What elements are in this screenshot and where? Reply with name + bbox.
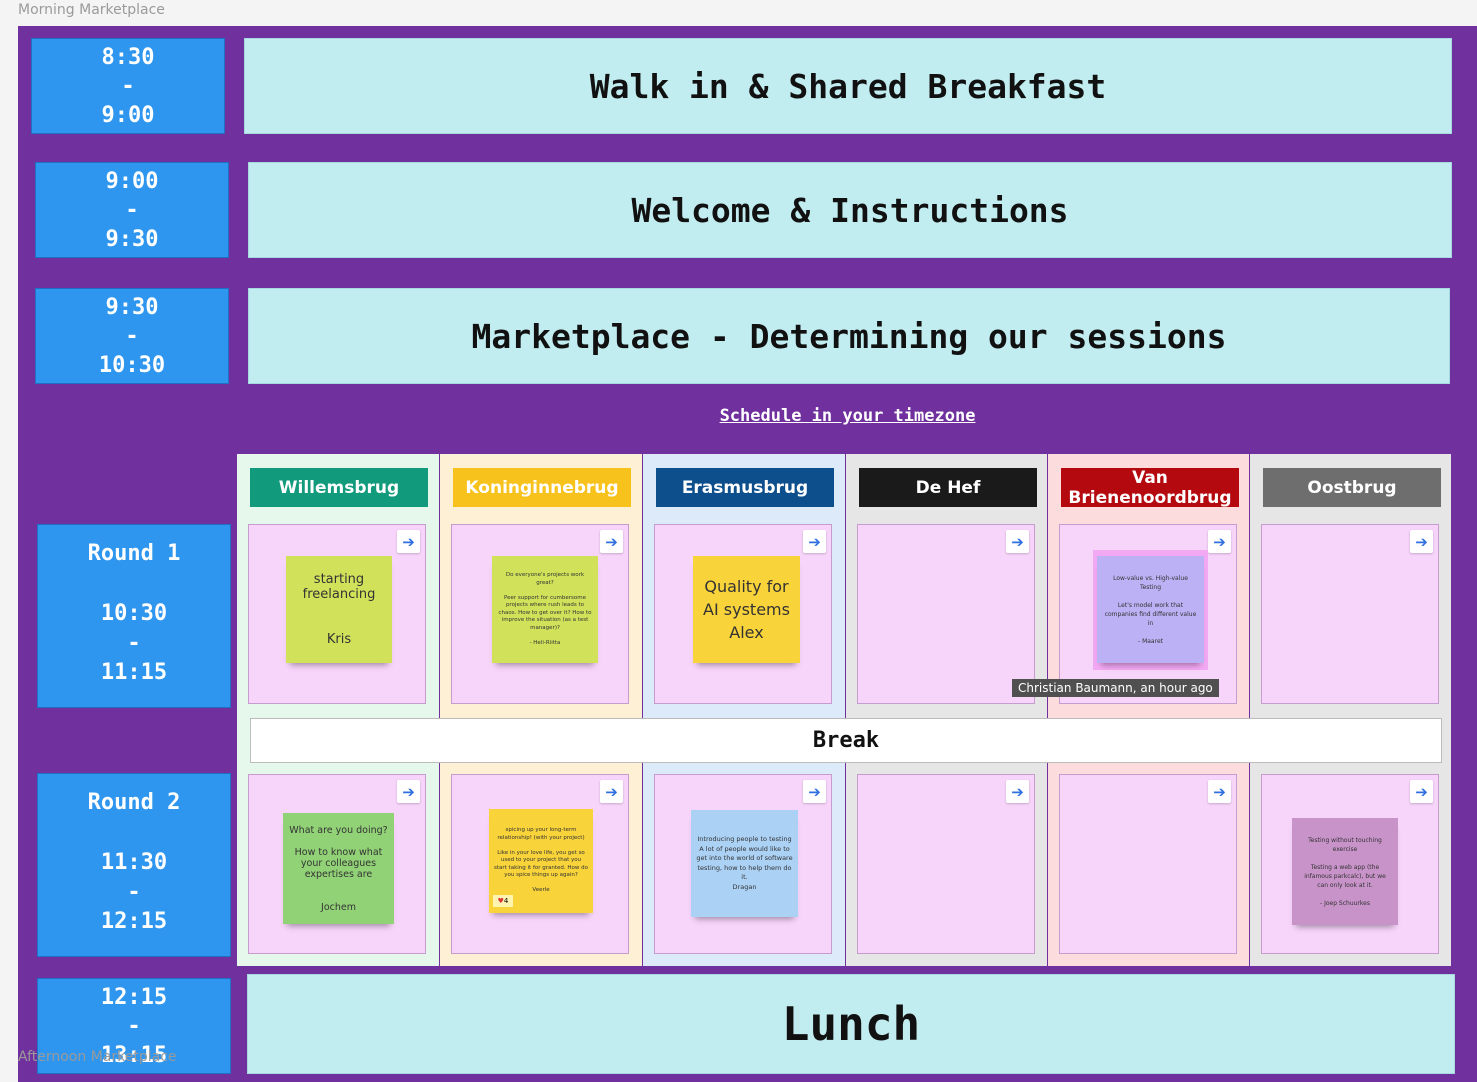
slot-round1-dehef[interactable]: ➔ bbox=[857, 524, 1035, 704]
time-block-0830: 8:30-9:00 bbox=[31, 38, 225, 134]
banner-title: Lunch bbox=[781, 997, 921, 1051]
room-column-vanbrienenoordbrug: Van Brienenoordbrug ➔ Low-value vs. High… bbox=[1048, 454, 1249, 966]
slot-round2-oostbrug[interactable]: ➔ Testing without touching exercise Test… bbox=[1261, 774, 1439, 954]
banner-marketplace: Marketplace - Determining our sessions bbox=[248, 288, 1450, 384]
arrow-right-icon[interactable]: ➔ bbox=[1006, 780, 1029, 803]
arrow-right-icon[interactable]: ➔ bbox=[1410, 780, 1433, 803]
slot-round1-willemsbrug[interactable]: ➔ starting freelancing Kris bbox=[248, 524, 426, 704]
slot-round1-oostbrug[interactable]: ➔ bbox=[1261, 524, 1439, 704]
sticky-note[interactable]: Introducing people to testing A lot of p… bbox=[691, 810, 798, 917]
sticky-note[interactable]: Do everyone's projects work great? Peer … bbox=[492, 556, 598, 663]
arrow-right-icon[interactable]: ➔ bbox=[803, 530, 826, 553]
arrow-right-icon[interactable]: ➔ bbox=[803, 780, 826, 803]
banner-title: Walk in & Shared Breakfast bbox=[589, 66, 1107, 106]
sticky-note[interactable]: Quality for AI systems Alex bbox=[693, 556, 800, 663]
break-bar: Break bbox=[250, 718, 1442, 763]
room-header-label: Van Brienenoordbrug bbox=[1068, 468, 1232, 507]
room-header-dehef: De Hef bbox=[859, 468, 1037, 507]
slot-round2-koninginnebrug[interactable]: ➔ spicing up your long-term relationship… bbox=[451, 774, 629, 954]
slot-round2-dehef[interactable]: ➔ bbox=[857, 774, 1035, 954]
arrow-right-icon[interactable]: ➔ bbox=[397, 530, 420, 553]
arrow-right-icon[interactable]: ➔ bbox=[1208, 530, 1231, 553]
round-2-block: Round 2 11:30 - 12:15 bbox=[37, 773, 231, 957]
room-column-willemsbrug: Willemsbrug ➔ starting freelancing Kris … bbox=[237, 454, 439, 966]
room-header-koninginnebrug: Koninginnebrug bbox=[453, 468, 631, 507]
room-header-erasmusbrug: Erasmusbrug bbox=[656, 468, 834, 507]
banner-title: Marketplace - Determining our sessions bbox=[471, 316, 1227, 356]
arrow-right-icon[interactable]: ➔ bbox=[1208, 780, 1231, 803]
morning-marketplace-frame: 8:30-9:00 Walk in & Shared Breakfast 9:0… bbox=[18, 26, 1477, 1082]
arrow-right-icon[interactable]: ➔ bbox=[600, 780, 623, 803]
banner-breakfast: Walk in & Shared Breakfast bbox=[244, 38, 1452, 134]
break-label: Break bbox=[812, 728, 880, 753]
slot-round2-willemsbrug[interactable]: ➔ What are you doing? How to know what y… bbox=[248, 774, 426, 954]
schedule-timezone-link[interactable]: Schedule in your timezone bbox=[18, 406, 1477, 426]
room-column-dehef: De Hef ➔ ➔ bbox=[846, 454, 1047, 966]
room-header-vanbrienenoordbrug: Van Brienenoordbrug bbox=[1061, 468, 1239, 507]
banner-title: Welcome & Instructions bbox=[631, 190, 1069, 230]
arrow-right-icon[interactable]: ➔ bbox=[1410, 530, 1433, 553]
sticky-note[interactable]: Low-value vs. High-value Testing Let's m… bbox=[1097, 556, 1204, 663]
room-header-willemsbrug: Willemsbrug bbox=[250, 468, 428, 507]
room-header-oostbrug: Oostbrug bbox=[1263, 468, 1441, 507]
arrow-right-icon[interactable]: ➔ bbox=[397, 780, 420, 803]
sticky-note[interactable]: What are you doing? How to know what you… bbox=[283, 813, 394, 924]
time-block-0930: 9:30-10:30 bbox=[35, 288, 229, 384]
banner-lunch: Lunch bbox=[247, 974, 1455, 1074]
reaction-count: 4 bbox=[503, 897, 509, 905]
slot-round1-koninginnebrug[interactable]: ➔ Do everyone's projects work great? Pee… bbox=[451, 524, 629, 704]
round-1-block: Round 1 10:30 - 11:15 bbox=[37, 524, 231, 708]
sticky-note[interactable]: starting freelancing Kris bbox=[286, 556, 392, 663]
collaborator-tooltip: Christian Baumann, an hour ago bbox=[1012, 679, 1219, 697]
frame-title-morning: Morning Marketplace bbox=[18, 2, 165, 18]
time-block-0900: 9:00-9:30 bbox=[35, 162, 229, 258]
sticky-note[interactable]: Testing without touching exercise Testin… bbox=[1292, 818, 1398, 925]
room-column-erasmusbrug: Erasmusbrug ➔ Quality for AI systems Ale… bbox=[643, 454, 845, 966]
frame-title-afternoon: Afternoon Marketplace bbox=[18, 1049, 177, 1065]
arrow-right-icon[interactable]: ➔ bbox=[1006, 530, 1029, 553]
arrow-right-icon[interactable]: ➔ bbox=[600, 530, 623, 553]
reaction-badge[interactable]: ♥ 4 bbox=[493, 895, 513, 907]
slot-round1-vanbrienenoordbrug[interactable]: ➔ Low-value vs. High-value Testing Let's… bbox=[1059, 524, 1237, 704]
slot-round2-vanbrienenoordbrug[interactable]: ➔ bbox=[1059, 774, 1237, 954]
room-column-koninginnebrug: Koninginnebrug ➔ Do everyone's projects … bbox=[440, 454, 642, 966]
slot-round1-erasmusbrug[interactable]: ➔ Quality for AI systems Alex bbox=[654, 524, 832, 704]
slot-round2-erasmusbrug[interactable]: ➔ Introducing people to testing A lot of… bbox=[654, 774, 832, 954]
room-column-oostbrug: Oostbrug ➔ ➔ Testing without touching ex… bbox=[1250, 454, 1451, 966]
banner-welcome: Welcome & Instructions bbox=[248, 162, 1452, 258]
